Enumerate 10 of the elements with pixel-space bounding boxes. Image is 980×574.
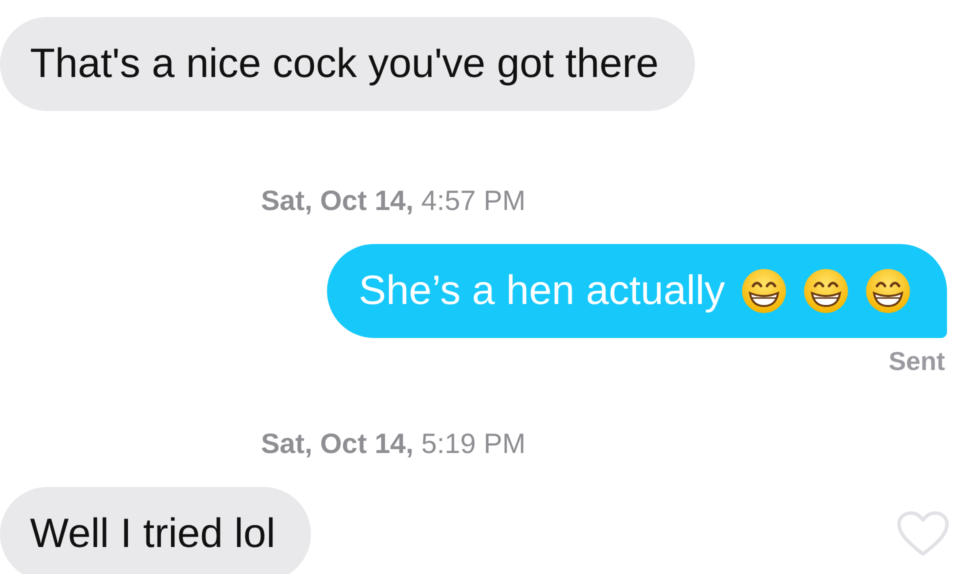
grinning-face-icon [803,268,849,314]
grinning-face-icon [741,268,787,314]
received-message: That's a nice cock you've got there [0,17,695,111]
timestamp: Sat, Oct 14, 5:19 PM [261,427,526,461]
delivery-status: Sent [888,345,945,378]
grinning-face-icon [865,268,911,314]
sent-message: She’s a hen actually [326,244,947,338]
received-message: Well I tried lol [0,487,312,574]
heart-icon[interactable] [896,510,950,558]
timestamp: Sat, Oct 14, 4:57 PM [261,184,526,218]
